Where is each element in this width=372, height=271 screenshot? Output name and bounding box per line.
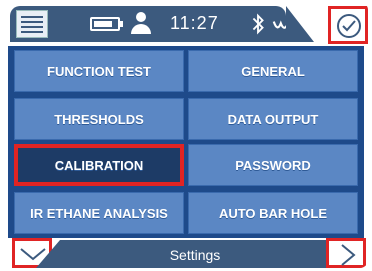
page-title-tab: Settings: [36, 240, 354, 268]
status-bar: 11:27: [4, 2, 368, 46]
check-icon: [337, 14, 361, 38]
function-test-button[interactable]: FUNCTION TEST: [14, 50, 184, 92]
user-icon: [130, 12, 152, 36]
data-output-button[interactable]: DATA OUTPUT: [188, 98, 358, 140]
tile-label: CALIBRATION: [54, 157, 144, 173]
auto-bar-hole-button[interactable]: AUTO BAR HOLE: [188, 192, 358, 234]
clock-time: 11:27: [170, 13, 219, 33]
signal-icon: [272, 19, 298, 29]
thresholds-button[interactable]: THRESHOLDS: [14, 98, 184, 140]
tile-label: DATA OUTPUT: [227, 111, 319, 127]
tile-label: GENERAL: [241, 63, 305, 79]
password-button[interactable]: PASSWORD: [188, 144, 358, 186]
bottom-bar: Settings: [4, 238, 368, 268]
menu-icon[interactable]: [16, 10, 48, 38]
battery-icon: [90, 17, 123, 31]
general-button[interactable]: GENERAL: [188, 50, 358, 92]
chevron-right-icon: [341, 244, 356, 266]
ir-ethane-analysis-button[interactable]: IR ETHANE ANALYSIS: [14, 192, 184, 234]
confirm-button[interactable]: [328, 6, 368, 44]
tile-label: THRESHOLDS: [54, 111, 144, 127]
tile-label: AUTO BAR HOLE: [218, 205, 328, 221]
tile-label: PASSWORD: [235, 157, 311, 173]
next-page-button[interactable]: [326, 238, 366, 268]
tile-label: IR ETHANE ANALYSIS: [30, 205, 168, 221]
device-screen: 11:27 FUNCTION TEST GENERAL THRESHOLDS D…: [4, 2, 368, 268]
bluetooth-icon: [252, 13, 264, 35]
status-tab: 11:27: [10, 6, 314, 42]
settings-menu-grid: FUNCTION TEST GENERAL THRESHOLDS DATA OU…: [8, 46, 364, 242]
tile-label: FUNCTION TEST: [47, 63, 151, 79]
calibration-button[interactable]: CALIBRATION: [14, 144, 184, 186]
page-title: Settings: [169, 247, 221, 263]
